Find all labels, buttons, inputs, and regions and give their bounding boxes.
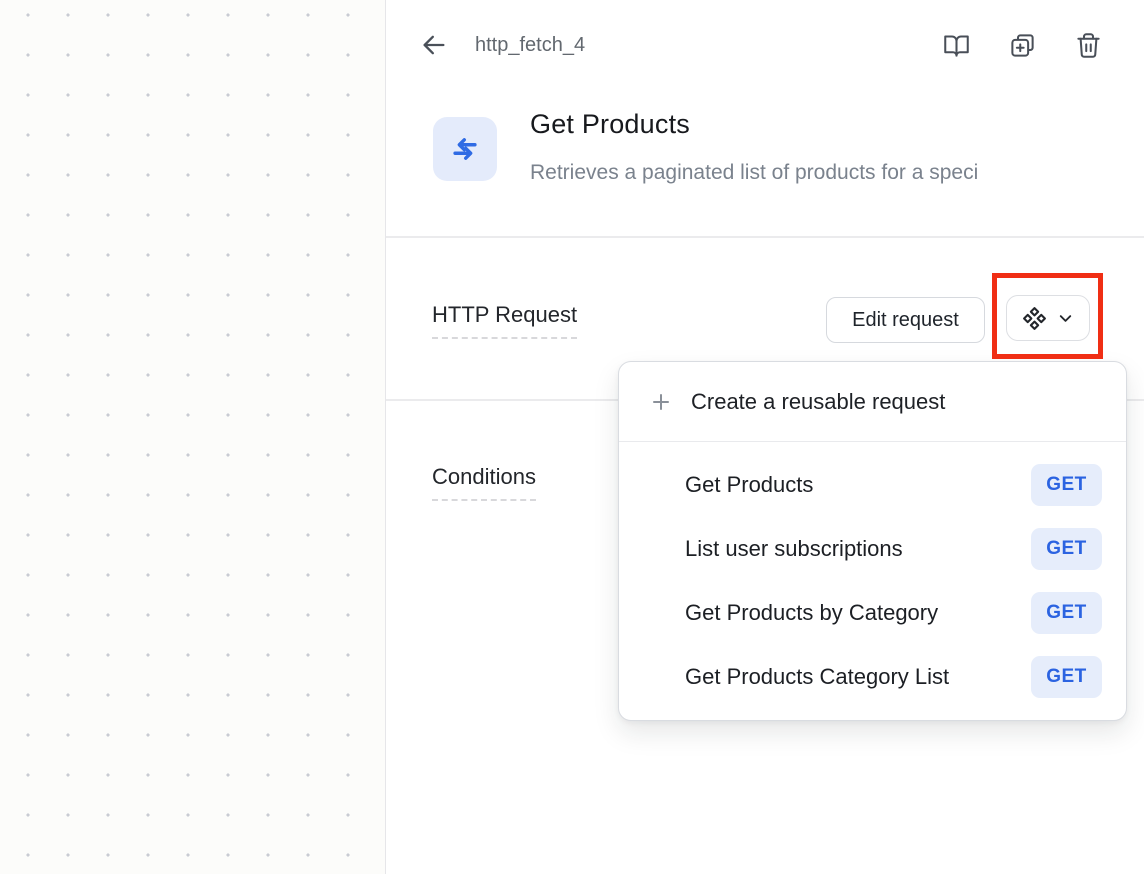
swap-arrows-icon xyxy=(448,132,482,166)
method-badge: GET xyxy=(1031,592,1102,634)
saved-requests-list: Get Products GET List user subscriptions… xyxy=(619,442,1126,720)
trash-icon xyxy=(1075,32,1102,59)
edit-request-button[interactable]: Edit request xyxy=(826,297,985,343)
node-title: Get Products xyxy=(530,109,690,140)
panel-topbar: http_fetch_4 xyxy=(386,0,1144,90)
header-divider xyxy=(386,236,1144,238)
request-name: List user subscriptions xyxy=(685,536,903,562)
delete-button[interactable] xyxy=(1074,31,1102,59)
list-item-get-products[interactable]: Get Products GET xyxy=(619,453,1126,517)
node-description: Retrieves a paginated list of products f… xyxy=(530,161,978,185)
list-item-list-user-subscriptions[interactable]: List user subscriptions GET xyxy=(619,517,1126,581)
request-library-button[interactable] xyxy=(1006,295,1090,341)
create-reusable-request-label: Create a reusable request xyxy=(691,389,945,415)
request-name: Get Products by Category xyxy=(685,600,938,626)
book-open-icon xyxy=(943,32,970,59)
method-badge: GET xyxy=(1031,464,1102,506)
request-name: Get Products Category List xyxy=(685,664,949,690)
docs-button[interactable] xyxy=(942,31,970,59)
duplicate-button[interactable] xyxy=(1008,31,1036,59)
diamonds-component-icon xyxy=(1022,306,1047,331)
list-item-get-products-category-list[interactable]: Get Products Category List GET xyxy=(619,645,1126,709)
plus-icon xyxy=(649,390,673,414)
list-item-get-products-by-category[interactable]: Get Products by Category GET xyxy=(619,581,1126,645)
back-button[interactable] xyxy=(419,30,449,60)
node-detail-panel: http_fetch_4 Get Products Retr xyxy=(385,0,1144,874)
http-request-label: HTTP Request xyxy=(432,302,577,339)
request-name: Get Products xyxy=(685,472,813,498)
node-type-badge xyxy=(433,117,497,181)
method-badge: GET xyxy=(1031,656,1102,698)
topbar-actions xyxy=(942,31,1102,59)
arrow-left-icon xyxy=(420,31,448,59)
conditions-label: Conditions xyxy=(432,464,536,501)
request-library-dropdown: Create a reusable request Get Products G… xyxy=(618,361,1127,721)
method-badge: GET xyxy=(1031,528,1102,570)
chevron-down-icon xyxy=(1056,309,1075,328)
duplicate-plus-icon xyxy=(1009,32,1036,59)
node-id-label: http_fetch_4 xyxy=(475,34,942,57)
create-reusable-request-item[interactable]: Create a reusable request xyxy=(619,362,1126,441)
node-editor-canvas[interactable] xyxy=(0,0,385,874)
